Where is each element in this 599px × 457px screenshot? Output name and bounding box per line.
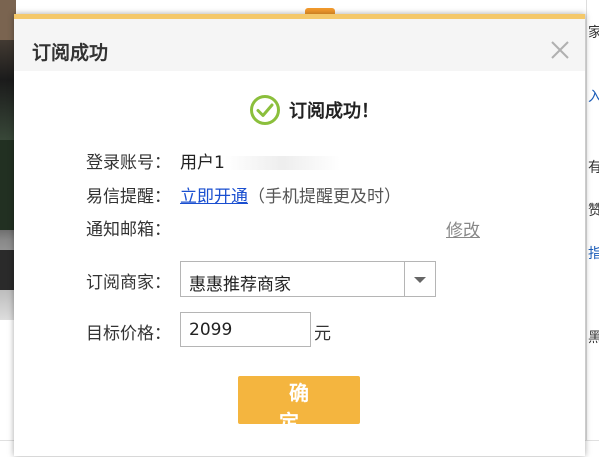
- price-label: 目标价格：: [86, 324, 171, 344]
- price-unit: 元: [314, 324, 331, 344]
- dialog-header: 订阅成功: [14, 19, 585, 71]
- yixin-label: 易信提醒：: [86, 187, 171, 207]
- account-value-text: 用户1: [180, 153, 225, 173]
- email-label: 通知邮箱：: [86, 220, 171, 240]
- check-circle-icon: [249, 94, 281, 126]
- confirm-button[interactable]: 确 定: [238, 376, 360, 434]
- account-label: 登录账号：: [86, 153, 171, 173]
- merchant-select[interactable]: 惠惠推荐商家: [180, 261, 436, 297]
- background-right-panel: [586, 0, 599, 456]
- target-price-input[interactable]: [180, 312, 311, 347]
- edit-email-link[interactable]: 修改: [446, 216, 480, 241]
- background-text: 黑: [588, 330, 599, 346]
- merchant-selected-value: 惠惠推荐商家: [189, 275, 291, 295]
- dialog-title: 订阅成功: [32, 42, 109, 64]
- success-message-row: 订阅成功！: [249, 94, 379, 126]
- dropdown-arrow-icon[interactable]: [404, 262, 435, 296]
- account-value: 用户1: [180, 148, 340, 173]
- background-text: 有: [588, 160, 599, 176]
- close-icon[interactable]: [549, 39, 571, 61]
- subscribe-success-dialog: 订阅成功 订阅成功！ 登录账号： 用户1 易信提醒： 立即开通（手机提醒更及时）…: [14, 14, 585, 456]
- background-link[interactable]: 指: [588, 243, 599, 263]
- masked-account-number: [224, 156, 340, 170]
- background-text: 赞: [588, 203, 599, 219]
- background-text: 家推: [588, 25, 599, 41]
- success-message: 订阅成功！: [289, 101, 379, 122]
- yixin-hint: （手机提醒更及时）: [248, 187, 401, 207]
- yixin-value: 立即开通（手机提醒更及时）: [180, 182, 401, 207]
- merchant-label: 订阅商家：: [86, 273, 171, 293]
- background-link[interactable]: 入门: [588, 86, 599, 106]
- enable-yixin-link[interactable]: 立即开通: [180, 187, 248, 207]
